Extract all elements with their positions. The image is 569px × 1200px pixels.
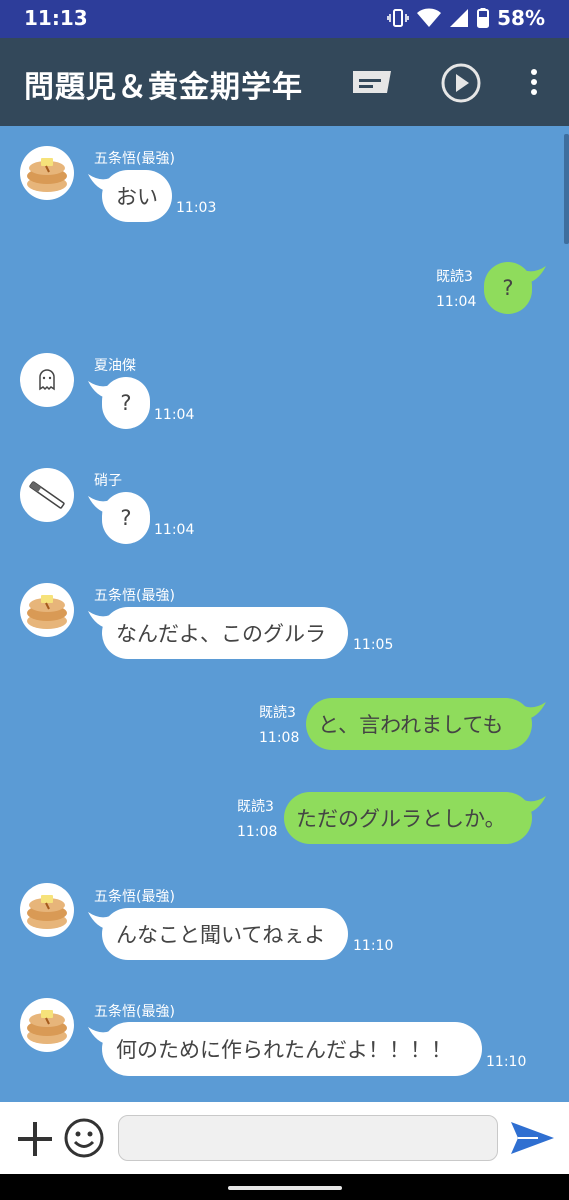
message-text: ただのグルラとしか。 xyxy=(296,807,506,831)
message-time: 11:04 xyxy=(154,407,195,423)
chat-area[interactable]: 五条悟(最強) おい 11:03 既読3 11:04 ? 夏油傑 ? 11:04… xyxy=(0,126,569,1102)
message-incoming: 五条悟(最強) おい 11:03 xyxy=(0,126,569,226)
app-bar: 問題児＆黄金期学年 xyxy=(0,38,569,126)
status-bar: 11:13 58% xyxy=(0,0,569,38)
battery-icon xyxy=(477,8,490,28)
message-time: 11:08 xyxy=(237,824,278,840)
play-circle-icon[interactable] xyxy=(438,60,484,106)
read-receipt: 既読3 xyxy=(237,799,274,815)
message-time: 11:05 xyxy=(353,637,394,653)
vibrate-icon xyxy=(387,8,409,28)
message-outgoing: 既読3 11:08 ただのグルラとしか。 xyxy=(0,788,569,858)
message-bubble[interactable]: んなこと聞いてねぇよ xyxy=(102,908,348,960)
more-vert-icon[interactable] xyxy=(512,60,556,104)
cigarette-icon[interactable] xyxy=(20,468,74,522)
message-time: 11:04 xyxy=(436,294,477,310)
message-bubble[interactable]: ? xyxy=(102,377,150,429)
message-bubble[interactable]: ? xyxy=(102,492,150,544)
chat-title: 問題児＆黄金期学年 xyxy=(24,70,303,105)
sender-name: 夏油傑 xyxy=(94,358,136,374)
message-outgoing: 既読3 11:04 ? xyxy=(0,256,569,326)
ghost-icon[interactable] xyxy=(20,353,74,407)
message-time: 11:08 xyxy=(259,730,300,746)
read-receipt: 既読3 xyxy=(436,269,473,285)
read-receipt: 既読3 xyxy=(259,705,296,721)
plus-icon[interactable] xyxy=(14,1118,56,1160)
message-bubble[interactable]: と、言われましても xyxy=(306,698,532,750)
pancake-icon[interactable] xyxy=(20,998,74,1052)
emoji-icon[interactable] xyxy=(62,1116,106,1160)
message-bubble[interactable]: ただのグルラとしか。 xyxy=(284,792,532,844)
message-incoming: 夏油傑 ? 11:04 xyxy=(0,346,569,446)
status-time: 11:13 xyxy=(24,6,88,30)
pancake-icon[interactable] xyxy=(20,146,74,200)
message-text: んなこと聞いてねぇよ xyxy=(116,923,326,947)
battery-percent: 58% xyxy=(497,6,545,30)
message-bubble[interactable]: なんだよ、このグルラ xyxy=(102,607,348,659)
system-nav-bar xyxy=(0,1174,569,1200)
pancake-icon[interactable] xyxy=(20,583,74,637)
message-text: と、言われましても xyxy=(318,713,504,737)
send-icon[interactable] xyxy=(508,1116,556,1160)
message-text: ? xyxy=(502,276,514,300)
sender-name: 五条悟(最強) xyxy=(94,151,175,167)
sender-name: 五条悟(最強) xyxy=(94,588,175,604)
home-indicator[interactable] xyxy=(228,1186,342,1190)
sender-name: 硝子 xyxy=(94,473,122,489)
message-text: ? xyxy=(120,506,132,530)
message-time: 11:10 xyxy=(353,938,394,954)
wifi-icon xyxy=(417,8,442,28)
message-outgoing: 既読3 11:08 と、言われましても xyxy=(0,694,569,764)
message-bubble[interactable]: おい xyxy=(102,170,172,222)
message-time: 11:03 xyxy=(176,200,217,216)
message-incoming: 五条悟(最強) なんだよ、このグルラ 11:05 xyxy=(0,576,569,676)
message-bubble[interactable]: 何のために作られたんだよ！！！！ xyxy=(102,1022,482,1076)
message-time: 11:10 xyxy=(486,1054,527,1070)
message-incoming: 五条悟(最強) んなこと聞いてねぇよ 11:10 xyxy=(0,878,569,978)
message-text: おい xyxy=(116,185,158,209)
pancake-icon[interactable] xyxy=(20,883,74,937)
message-time: 11:04 xyxy=(154,522,195,538)
sender-name: 五条悟(最強) xyxy=(94,1004,175,1020)
message-text: なんだよ、このグルラ xyxy=(116,622,326,646)
message-text: 何のために作られたんだよ！！！！ xyxy=(116,1038,452,1062)
message-input[interactable] xyxy=(118,1115,498,1161)
sender-name: 五条悟(最強) xyxy=(94,889,175,905)
message-incoming: 硝子 ? 11:04 xyxy=(0,461,569,561)
message-incoming: 五条悟(最強) 何のために作られたんだよ！！！！ 11:10 xyxy=(0,992,569,1097)
status-icons: 58% xyxy=(387,6,545,30)
signal-icon xyxy=(449,8,469,28)
message-list-icon[interactable] xyxy=(350,60,394,104)
message-text: ? xyxy=(120,391,132,415)
message-composer xyxy=(0,1102,569,1174)
